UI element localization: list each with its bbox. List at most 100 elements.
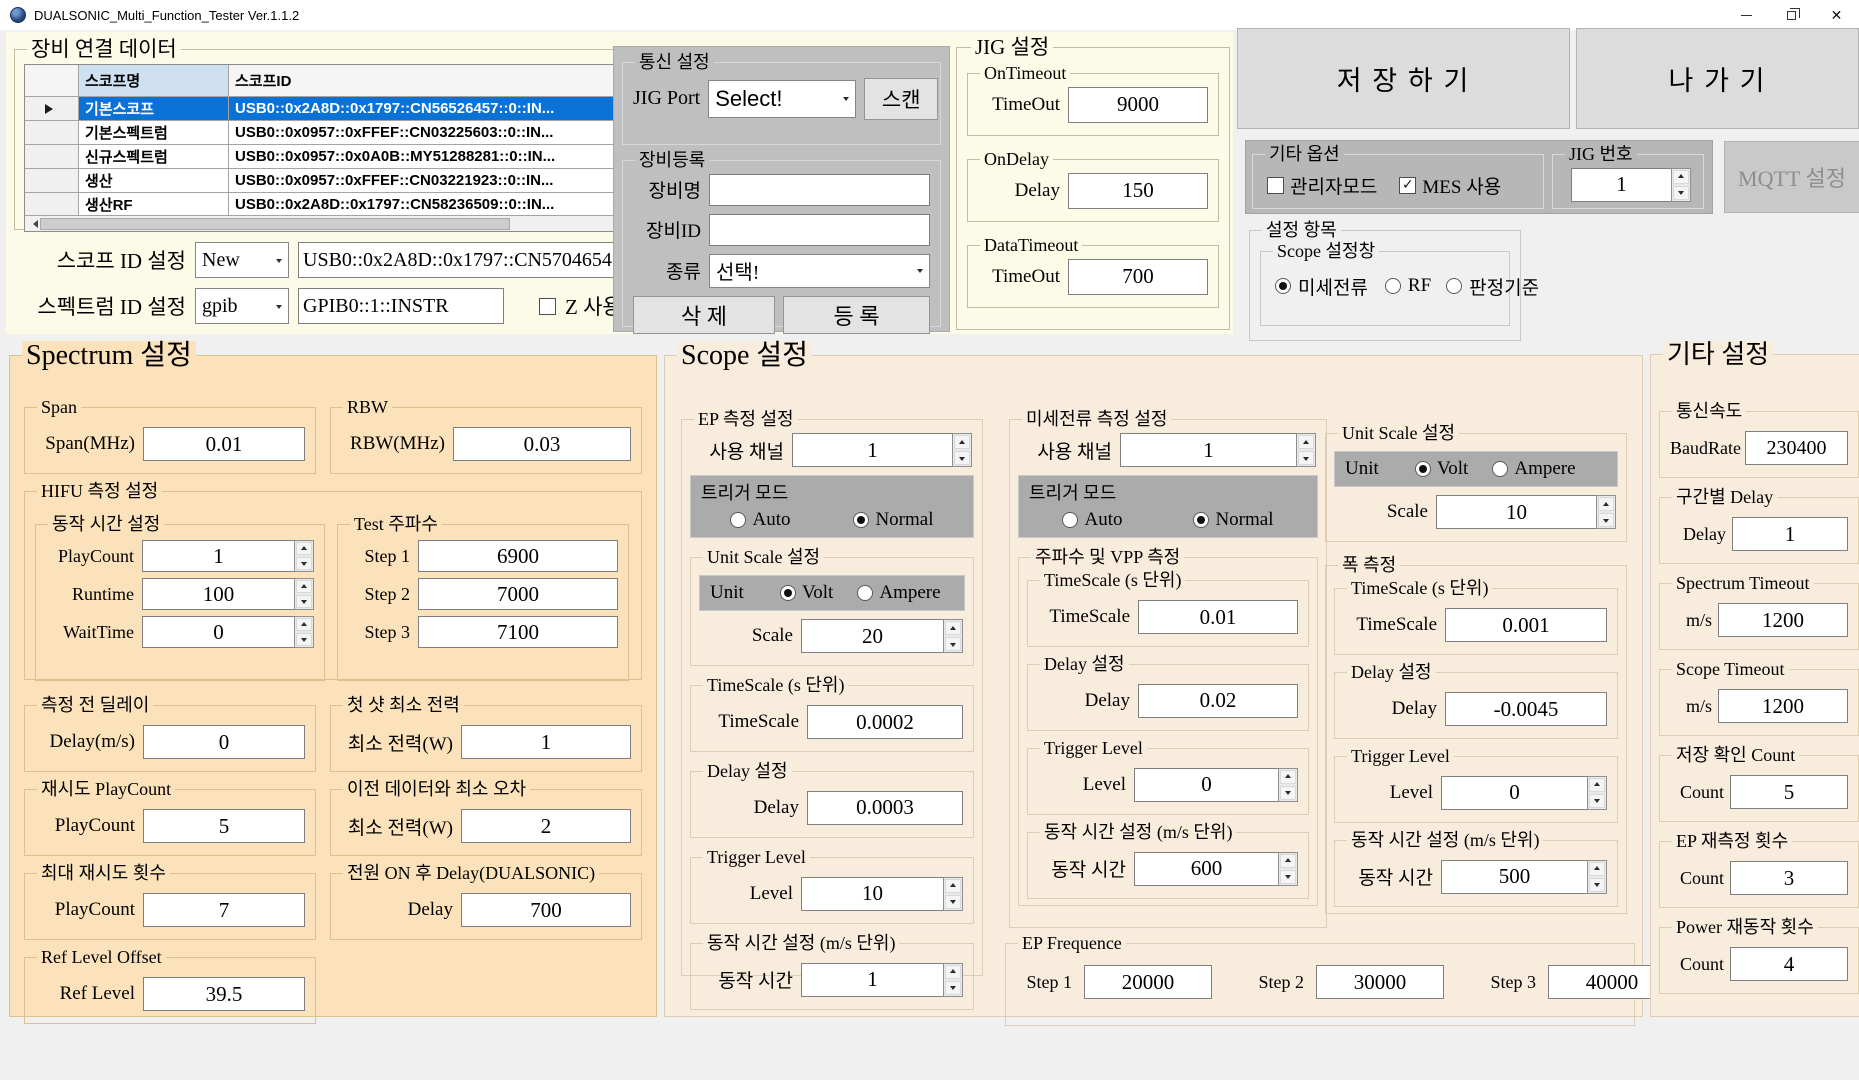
width-trigger-level-input[interactable] xyxy=(1441,776,1587,810)
micro-channel-input[interactable] xyxy=(1120,433,1296,467)
col-header-id[interactable]: 스코프ID xyxy=(229,65,621,97)
micro-trigger-normal-radio[interactable] xyxy=(1193,512,1209,528)
ep-freq-step2-input[interactable] xyxy=(1316,965,1444,999)
spin-down-icon[interactable] xyxy=(1673,186,1689,200)
admin-mode-checkbox[interactable] xyxy=(1267,177,1284,194)
rf-radio[interactable] xyxy=(1385,278,1401,294)
ep-unit-ampere-radio[interactable] xyxy=(857,585,873,601)
table-row[interactable]: 기본스코프 USB0::0x2A8D::0x1797::CN56526457::… xyxy=(25,97,699,121)
z-use-checkbox[interactable] xyxy=(539,298,556,315)
spin-up-icon[interactable] xyxy=(1280,770,1296,784)
table-row[interactable]: 신규스펙트럼 USB0::0x0957::0x0A0B::MY51288281:… xyxy=(25,145,699,169)
micro-trigger-level-input[interactable] xyxy=(1134,768,1278,802)
spin-down-icon[interactable] xyxy=(1280,786,1296,800)
micro-delay-input[interactable] xyxy=(1138,684,1298,718)
mes-use-checkbox[interactable] xyxy=(1399,177,1416,194)
ep-channel-input[interactable] xyxy=(792,433,952,467)
spin-down-icon[interactable] xyxy=(1298,451,1314,465)
retry-playcount-input[interactable] xyxy=(143,809,305,843)
micro-timescale-input[interactable] xyxy=(1138,600,1298,634)
scan-button[interactable]: 스캔 xyxy=(864,78,938,120)
spin-up-icon[interactable] xyxy=(1598,497,1614,511)
spin-down-icon[interactable] xyxy=(296,557,312,570)
col-header-name[interactable]: 스코프명 xyxy=(79,65,229,97)
save-count-input[interactable] xyxy=(1730,775,1848,809)
scope-id-input[interactable] xyxy=(298,242,622,278)
spin-up-icon[interactable] xyxy=(1589,862,1605,876)
device-id-input[interactable] xyxy=(709,214,930,246)
test-freq-step1-input[interactable] xyxy=(418,540,618,572)
data-timeout-input[interactable] xyxy=(1068,259,1208,295)
ep-trigger-level-input[interactable] xyxy=(801,877,943,911)
power-recount-input[interactable] xyxy=(1730,947,1848,981)
rbw-input[interactable] xyxy=(453,427,631,461)
micro-trigger-auto-radio[interactable] xyxy=(1062,512,1078,528)
spin-up-icon[interactable] xyxy=(1298,435,1314,449)
ep-unit-volt-radio[interactable] xyxy=(780,585,796,601)
test-freq-step3-input[interactable] xyxy=(418,616,618,648)
spin-up-icon[interactable] xyxy=(296,618,312,631)
step-delay-input[interactable] xyxy=(1732,517,1848,551)
register-button[interactable]: 등 록 xyxy=(783,296,930,334)
device-name-input[interactable] xyxy=(709,174,930,206)
ref-level-input[interactable] xyxy=(143,977,305,1011)
on-delay-input[interactable] xyxy=(1068,173,1208,209)
minimize-button[interactable] xyxy=(1724,0,1769,30)
ep-recount-input[interactable] xyxy=(1730,861,1848,895)
spin-down-icon[interactable] xyxy=(945,895,961,909)
width-runtime-input[interactable] xyxy=(1441,860,1587,894)
runtime-input[interactable] xyxy=(142,578,294,610)
spin-up-icon[interactable] xyxy=(945,965,961,979)
pre-delay-input[interactable] xyxy=(143,725,305,759)
width-timescale-input[interactable] xyxy=(1445,608,1607,642)
scope-id-combo[interactable]: New xyxy=(195,242,289,278)
spectrum-id-combo[interactable]: gpib xyxy=(195,288,289,324)
table-row[interactable]: 생산 USB0::0x0957::0xFFEF::CN03221923::0::… xyxy=(25,169,699,193)
width-delay-input[interactable] xyxy=(1445,692,1607,726)
spin-up-icon[interactable] xyxy=(954,435,970,449)
close-button[interactable]: ✕ xyxy=(1814,0,1859,30)
spin-up-icon[interactable] xyxy=(1589,778,1605,792)
micro-current-radio[interactable] xyxy=(1275,278,1291,294)
on-timeout-input[interactable] xyxy=(1068,87,1208,123)
scrollbar-thumb[interactable] xyxy=(40,218,510,230)
jig-number-input[interactable] xyxy=(1571,168,1671,202)
spin-down-icon[interactable] xyxy=(1280,870,1296,884)
spectrum-id-input[interactable] xyxy=(298,288,504,324)
table-row[interactable]: 생산RF USB0::0x2A8D::0x1797::CN58236509::0… xyxy=(25,193,699,217)
min-error-input[interactable] xyxy=(461,809,631,843)
test-freq-step2-input[interactable] xyxy=(418,578,618,610)
ep-delay-input[interactable] xyxy=(807,791,963,825)
ep-trigger-auto-radio[interactable] xyxy=(730,512,746,528)
spin-up-icon[interactable] xyxy=(1673,170,1689,184)
table-horizontal-scrollbar[interactable] xyxy=(25,215,681,231)
first-shot-input[interactable] xyxy=(461,725,631,759)
spin-down-icon[interactable] xyxy=(1598,513,1614,527)
spin-up-icon[interactable] xyxy=(945,621,961,635)
row-selector-header[interactable] xyxy=(25,65,79,97)
waittime-input[interactable] xyxy=(142,616,294,648)
power-on-delay-input[interactable] xyxy=(461,893,631,927)
save-button[interactable]: 저 장 하 기 xyxy=(1237,28,1570,129)
unit2-ampere-radio[interactable] xyxy=(1492,461,1508,477)
micro-runtime-input[interactable] xyxy=(1134,852,1278,886)
unit2-scale-input[interactable] xyxy=(1436,495,1596,529)
mqtt-settings-button[interactable]: MQTT 설정 xyxy=(1724,141,1859,213)
spin-up-icon[interactable] xyxy=(1280,854,1296,868)
ep-timescale-input[interactable] xyxy=(807,705,963,739)
max-retry-input[interactable] xyxy=(143,893,305,927)
baudrate-input[interactable] xyxy=(1745,431,1848,465)
device-type-combo[interactable]: 선택! xyxy=(709,254,930,288)
spin-down-icon[interactable] xyxy=(296,633,312,646)
scope-timeout-input[interactable] xyxy=(1718,689,1848,723)
spin-up-icon[interactable] xyxy=(945,879,961,893)
spin-down-icon[interactable] xyxy=(945,637,961,651)
spin-down-icon[interactable] xyxy=(954,451,970,465)
spin-up-icon[interactable] xyxy=(296,542,312,555)
spin-down-icon[interactable] xyxy=(945,981,961,995)
ep-trigger-normal-radio[interactable] xyxy=(853,512,869,528)
table-row[interactable]: 기본스펙트럼 USB0::0x0957::0xFFEF::CN03225603:… xyxy=(25,121,699,145)
spin-down-icon[interactable] xyxy=(296,595,312,608)
ep-runtime-input[interactable] xyxy=(801,963,943,997)
spectrum-timeout-input[interactable] xyxy=(1718,603,1848,637)
